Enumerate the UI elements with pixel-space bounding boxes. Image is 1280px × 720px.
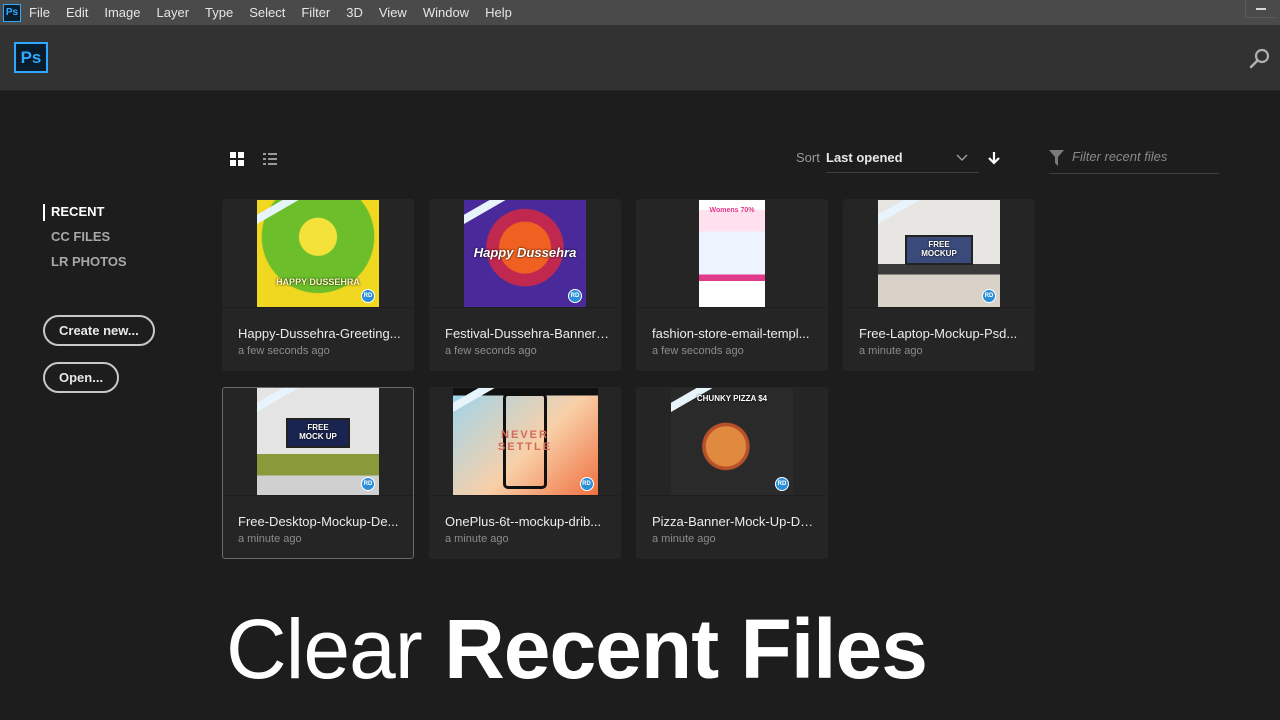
file-title: Festival-Dussehra-Banner-... bbox=[445, 326, 611, 341]
app-header: Ps bbox=[0, 25, 1280, 91]
minimize-icon bbox=[1255, 7, 1266, 10]
file-time: a few seconds ago bbox=[445, 345, 537, 357]
menu-image[interactable]: Image bbox=[96, 0, 148, 25]
rd-badge-icon: RD bbox=[568, 289, 582, 303]
filter-funnel-icon bbox=[1049, 150, 1064, 166]
open-button[interactable]: Open... bbox=[43, 362, 120, 393]
file-title: fashion-store-email-templ... bbox=[652, 326, 810, 341]
rd-badge-icon: RD bbox=[579, 477, 594, 491]
menu-view[interactable]: View bbox=[371, 0, 415, 25]
file-title: Pizza-Banner-Mock-Up-De... bbox=[652, 514, 818, 529]
search-icon bbox=[1249, 48, 1270, 69]
view-toggles bbox=[230, 152, 277, 166]
file-card[interactable]: NEVER SETTLE RD OnePlus-6t--mockup-drib.… bbox=[429, 387, 621, 559]
menu-3d[interactable]: 3D bbox=[338, 0, 371, 25]
file-time: a minute ago bbox=[652, 533, 716, 545]
file-thumbnail: FREE MOCK UP RD bbox=[257, 388, 379, 495]
file-card[interactable]: FREE MOCK UP RD Free-Desktop-Mockup-De..… bbox=[222, 387, 414, 559]
overlay-headline: Clear Recent Files bbox=[226, 601, 928, 698]
photoshop-logo: Ps bbox=[14, 42, 48, 73]
home-screen: RECENT CC FILES LR PHOTOS Create new... … bbox=[0, 91, 1280, 720]
recent-files-grid: HAPPY DUSSEHRA RD Happy-Dussehra-Greetin… bbox=[222, 199, 1042, 559]
thumbnail-text: FREE MOCKUP bbox=[921, 240, 957, 258]
filter-recent-files bbox=[1049, 147, 1219, 174]
rd-badge-icon: RD bbox=[775, 477, 789, 491]
file-thumbnail: FREE MOCKUP RD bbox=[878, 200, 1000, 307]
thumbnail-text: Womens 70% bbox=[709, 207, 755, 214]
chevron-down-icon bbox=[956, 154, 968, 162]
file-time: a few seconds ago bbox=[652, 345, 744, 357]
create-new-button[interactable]: Create new... bbox=[43, 315, 155, 346]
sort-dropdown[interactable]: Last opened bbox=[826, 147, 979, 173]
file-card[interactable]: FREE MOCKUP RD Free-Laptop-Mockup-Psd...… bbox=[843, 199, 1035, 371]
file-time: a minute ago bbox=[238, 533, 302, 545]
headline-light: Clear bbox=[226, 602, 423, 696]
thumbnail-text: Happy Dussehra bbox=[473, 244, 577, 260]
sidebar: RECENT CC FILES LR PHOTOS Create new... … bbox=[43, 204, 155, 393]
file-title: Free-Laptop-Mockup-Psd... bbox=[859, 326, 1018, 341]
file-time: a few seconds ago bbox=[238, 345, 330, 357]
thumbnail-text: HAPPY DUSSEHRA bbox=[276, 277, 360, 288]
file-thumbnail: NEVER SETTLE RD bbox=[452, 388, 598, 495]
minimize-button[interactable] bbox=[1245, 0, 1275, 18]
file-card[interactable]: CHUNKY PIZZA $4 RD Pizza-Banner-Mock-Up-… bbox=[636, 387, 828, 559]
filter-input[interactable] bbox=[1072, 149, 1217, 164]
menu-bar: Ps File Edit Image Layer Type Select Fil… bbox=[0, 0, 1280, 25]
rd-badge-icon: RD bbox=[982, 289, 996, 303]
sort-value: Last opened bbox=[826, 150, 903, 165]
file-title: Happy-Dussehra-Greeting... bbox=[238, 326, 401, 341]
file-title: OnePlus-6t--mockup-drib... bbox=[445, 514, 602, 529]
menu-select[interactable]: Select bbox=[241, 0, 293, 25]
file-thumbnail: Happy Dussehra RD bbox=[464, 200, 586, 307]
menu-file[interactable]: File bbox=[21, 0, 58, 25]
sort-direction-arrow-down-icon[interactable] bbox=[987, 151, 1001, 165]
file-card[interactable]: HAPPY DUSSEHRA RD Happy-Dussehra-Greetin… bbox=[222, 199, 414, 371]
sidebar-item-lr-photos[interactable]: LR PHOTOS bbox=[43, 254, 127, 279]
list-view-icon[interactable] bbox=[263, 152, 277, 165]
menu-edit[interactable]: Edit bbox=[58, 0, 96, 25]
headline-bold: Recent Files bbox=[444, 602, 928, 696]
menu-type[interactable]: Type bbox=[197, 0, 241, 25]
file-title: Free-Desktop-Mockup-De... bbox=[238, 514, 399, 529]
file-time: a minute ago bbox=[859, 345, 923, 357]
thumbnail-text: NEVER SETTLE bbox=[497, 428, 553, 453]
menu-layer[interactable]: Layer bbox=[149, 0, 198, 25]
file-card[interactable]: Womens 70% fashion-store-email-templ... … bbox=[636, 199, 828, 371]
file-thumbnail: CHUNKY PIZZA $4 RD bbox=[671, 388, 793, 495]
sort-label: Sort bbox=[796, 150, 820, 165]
menu-window[interactable]: Window bbox=[415, 0, 477, 25]
menu-filter[interactable]: Filter bbox=[293, 0, 338, 25]
menu-help[interactable]: Help bbox=[477, 0, 520, 25]
sidebar-item-cc-files[interactable]: CC FILES bbox=[43, 229, 127, 254]
thumbnail-text: CHUNKY PIZZA $4 bbox=[696, 394, 768, 403]
search-button[interactable] bbox=[1248, 47, 1272, 71]
rd-badge-icon: RD bbox=[361, 289, 375, 303]
rd-badge-icon: RD bbox=[361, 477, 375, 491]
sidebar-item-recent[interactable]: RECENT bbox=[43, 204, 127, 221]
file-card[interactable]: Happy Dussehra RD Festival-Dussehra-Bann… bbox=[429, 199, 621, 371]
thumbnail-text: FREE MOCK UP bbox=[299, 423, 337, 441]
file-thumbnail: Womens 70% bbox=[699, 200, 765, 307]
file-thumbnail: HAPPY DUSSEHRA RD bbox=[257, 200, 379, 307]
grid-view-icon[interactable] bbox=[230, 152, 244, 166]
file-time: a minute ago bbox=[445, 533, 509, 545]
photoshop-app-icon[interactable]: Ps bbox=[3, 3, 21, 22]
